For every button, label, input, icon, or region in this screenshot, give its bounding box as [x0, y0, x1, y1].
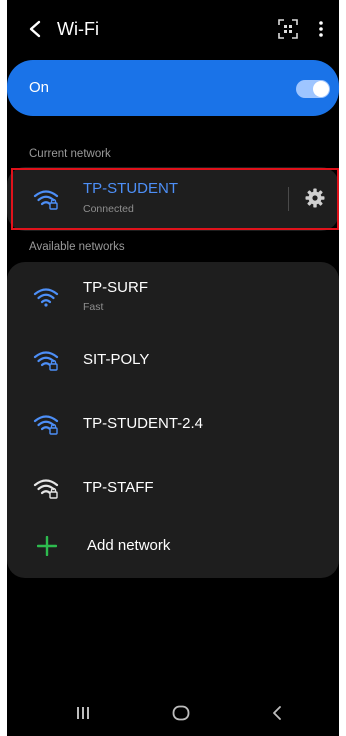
network-name: TP-SURF: [83, 279, 148, 296]
back-icon: [273, 706, 281, 720]
vertical-divider: [288, 187, 289, 211]
wifi-toggle-label: On: [29, 79, 50, 96]
wifi-settings-screen: Wi-Fi On Current network TP-STUDENT Conn…: [7, 0, 339, 736]
network-name: SIT-POLY: [83, 351, 150, 368]
available-networks-list: TP-SURF Fast SIT-POLY TP-STUDENT-2.4 TP-…: [7, 262, 339, 578]
add-network-label: Add network: [87, 537, 171, 554]
network-item-tp-student-2-4[interactable]: TP-STUDENT-2.4: [7, 394, 339, 456]
chevron-left-icon: [29, 20, 41, 38]
wifi-secured-icon: [33, 479, 59, 499]
network-settings-button[interactable]: [303, 186, 327, 210]
network-name: TP-STAFF: [83, 479, 154, 496]
more-vertical-icon: [319, 21, 323, 37]
add-network-button[interactable]: Add network: [7, 514, 339, 576]
network-subtitle: Fast: [83, 301, 104, 313]
recent-apps-icon: [77, 707, 89, 719]
recent-apps-button[interactable]: [63, 700, 103, 726]
home-button[interactable]: [161, 700, 201, 726]
top-bar: Wi-Fi: [7, 0, 339, 56]
wifi-toggle-switch[interactable]: [296, 80, 330, 98]
network-item-tp-staff[interactable]: TP-STAFF: [7, 458, 339, 520]
wifi-secured-icon: [33, 351, 59, 371]
page-title: Wi-Fi: [57, 19, 99, 39]
home-icon: [172, 705, 190, 721]
qr-scan-button[interactable]: [275, 16, 301, 42]
network-name: TP-STUDENT-2.4: [83, 415, 204, 432]
current-network-section-label: Current network: [29, 148, 111, 160]
more-options-button[interactable]: [311, 16, 331, 42]
navigation-bar: [7, 690, 339, 736]
toggle-knob: [313, 81, 329, 97]
qr-scan-icon: [278, 19, 298, 39]
current-network-name: TP-STUDENT: [83, 180, 178, 197]
current-network-card[interactable]: TP-STUDENT Connected: [7, 167, 339, 231]
plus-icon: [37, 536, 57, 556]
wifi-icon: [33, 288, 59, 307]
network-item-tp-surf[interactable]: TP-SURF Fast: [7, 266, 339, 328]
wifi-secured-icon: [33, 190, 59, 210]
nav-back-button[interactable]: [257, 700, 297, 726]
wifi-secured-icon: [33, 415, 59, 435]
gear-icon: [305, 188, 325, 208]
network-item-sit-poly[interactable]: SIT-POLY: [7, 330, 339, 392]
current-network-status: Connected: [83, 203, 134, 215]
back-button[interactable]: [23, 17, 47, 41]
wifi-toggle-card[interactable]: On: [7, 60, 339, 116]
available-networks-section-label: Available networks: [29, 241, 125, 253]
